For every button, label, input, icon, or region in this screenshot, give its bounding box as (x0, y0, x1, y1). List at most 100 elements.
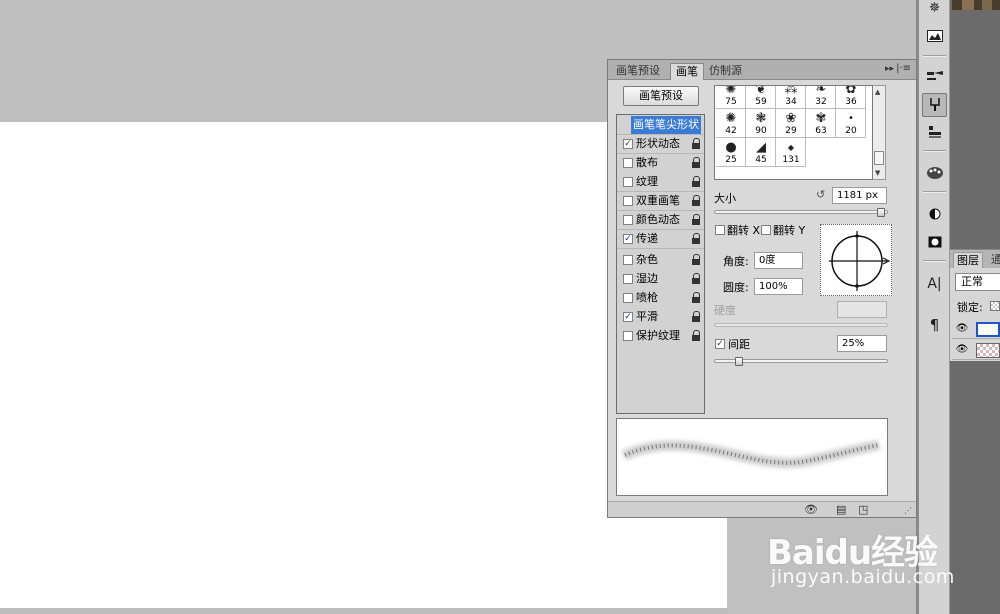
flip-y-checkbox[interactable] (761, 225, 771, 235)
brush-tip-size: 42 (725, 126, 737, 136)
brush-option-row[interactable]: 纹理 (617, 173, 704, 192)
reset-size-icon[interactable]: ↺ (816, 188, 825, 201)
brush-tip[interactable]: ✾ 63 (806, 109, 836, 138)
brush-option-checkbox[interactable] (623, 331, 633, 341)
lock-icon[interactable] (692, 214, 701, 225)
spacing-slider-knob[interactable] (735, 357, 743, 366)
layer-row[interactable]: 👁 (952, 319, 1000, 339)
eye-icon[interactable]: 👁 (955, 323, 969, 335)
brush-tip[interactable]: ● 25 (716, 138, 746, 167)
size-slider-knob[interactable] (877, 208, 885, 217)
blend-mode-select[interactable]: 正常 (955, 273, 1000, 291)
scrollbar-thumb[interactable] (874, 151, 884, 165)
create-new-icon[interactable]: ◳ (858, 503, 868, 516)
brush-option-row[interactable]: 散布 (617, 154, 704, 173)
layer-row[interactable]: 👁 (952, 340, 1000, 360)
watermark-url: jingyan.baidu.com (771, 566, 955, 588)
brush-tip[interactable]: ❀ 29 (776, 109, 806, 138)
brush-option-checkbox[interactable] (623, 196, 633, 206)
brush-tip[interactable]: ❦ 59 (746, 86, 776, 109)
brush-option-row[interactable]: ✓ 传递 (617, 230, 704, 249)
tab-brush-presets[interactable]: 画笔预设 (611, 63, 665, 80)
brush-option-row[interactable]: ✓ 形状动态 (617, 135, 704, 154)
brush-tip-shape-icon: ❃ (755, 111, 767, 126)
lock-icon[interactable] (692, 254, 701, 265)
size-slider[interactable] (714, 208, 888, 217)
brush-tip[interactable]: • 20 (836, 109, 866, 138)
brush-presets-icon[interactable] (922, 64, 947, 88)
spacing-checkbox[interactable]: ✓ (715, 339, 725, 349)
brush-tips-scrollbar[interactable]: ▲ ▼ (873, 85, 886, 180)
spacing-field[interactable]: 25% (837, 335, 887, 352)
brush-option-checkbox[interactable]: ✓ (623, 234, 633, 244)
resize-grip-icon[interactable]: ⋰ (904, 506, 912, 515)
histogram-icon[interactable] (922, 24, 947, 48)
brush-icon[interactable] (922, 93, 947, 117)
lock-icon[interactable] (692, 176, 701, 187)
tab-layers[interactable]: 图层 (953, 252, 983, 268)
brush-option-row[interactable]: 杂色 (617, 251, 704, 270)
brush-tip[interactable]: ✺ 42 (716, 109, 746, 138)
new-brush-icon[interactable]: ▤ (836, 503, 846, 516)
canvas-scrollbar-horizontal[interactable] (0, 608, 727, 614)
tab-clone-source[interactable]: 仿制源 (704, 63, 747, 80)
toggle-hardness-icon[interactable]: 👁 (804, 503, 818, 516)
lock-transparency-icon[interactable] (990, 301, 1000, 311)
masks-icon[interactable] (922, 230, 947, 254)
lock-icon[interactable] (692, 330, 701, 341)
lock-icon[interactable] (692, 138, 701, 149)
tab-brush[interactable]: 画笔 (670, 63, 704, 80)
brush-option-checkbox[interactable] (623, 293, 633, 303)
clone-source-icon[interactable] (922, 120, 947, 144)
size-field[interactable]: 1181 px (832, 187, 887, 204)
brush-option-checkbox[interactable]: ✓ (623, 312, 633, 322)
brush-tip[interactable]: ✿ 36 (836, 86, 866, 109)
brush-option-label: 平滑 (636, 310, 658, 323)
brush-option-checkbox[interactable] (623, 215, 633, 225)
brush-presets-button[interactable]: 画笔预设 (623, 86, 699, 106)
brush-option-row[interactable]: 画笔笔尖形状 (617, 116, 704, 135)
brush-option-row[interactable]: 湿边 (617, 270, 704, 289)
lock-icon[interactable] (692, 195, 701, 206)
lock-icon[interactable] (692, 157, 701, 168)
lock-icon[interactable] (692, 273, 701, 284)
scroll-down-icon[interactable]: ▼ (875, 169, 880, 177)
lock-icon[interactable] (692, 233, 701, 244)
brush-option-row[interactable]: 颜色动态 (617, 211, 704, 230)
brush-tip[interactable]: ◆ 131 (776, 138, 806, 167)
brush-tip[interactable]: ❃ 90 (746, 109, 776, 138)
brush-tip[interactable]: ❧ 32 (806, 85, 836, 109)
scroll-up-icon[interactable]: ▲ (875, 88, 880, 96)
lock-icon[interactable] (692, 292, 701, 303)
lock-icon[interactable] (692, 311, 701, 322)
panel-dock: ✵ A| ¶ (919, 0, 950, 614)
brush-option-checkbox[interactable] (623, 158, 633, 168)
brush-tip[interactable]: ✺ 75 (716, 86, 746, 109)
brush-option-label: 湿边 (636, 272, 658, 285)
brush-tip[interactable]: ◢ 45 (746, 138, 776, 167)
brush-option-checkbox[interactable] (623, 177, 633, 187)
brush-option-row[interactable]: 喷枪 (617, 289, 704, 308)
brush-tip-shape-icon: ❧ (815, 85, 827, 97)
adjustments-icon[interactable] (922, 202, 947, 226)
brush-option-row[interactable]: 双重画笔 (617, 192, 704, 211)
brush-option-row[interactable]: ✓ 平滑 (617, 308, 704, 327)
brush-option-checkbox[interactable] (623, 274, 633, 284)
flip-x-checkbox[interactable] (715, 225, 725, 235)
spacing-slider[interactable] (714, 357, 888, 366)
tab-channels[interactable]: 通 (988, 252, 1000, 268)
brush-option-checkbox[interactable]: ✓ (623, 139, 633, 149)
character-icon[interactable]: A| (922, 272, 947, 296)
roundness-field[interactable]: 100% (754, 278, 803, 295)
brush-option-checkbox[interactable] (623, 255, 633, 265)
swatches-icon[interactable] (922, 161, 947, 185)
paragraph-icon[interactable]: ¶ (922, 313, 947, 337)
brush-tip[interactable]: ⁂ 34 (776, 86, 806, 109)
collapse-panel-icon[interactable]: ▸▸ (885, 64, 894, 74)
panel-menu-icon[interactable]: |·≡ (896, 63, 911, 74)
navigator-icon[interactable]: ✵ (922, 0, 947, 20)
eye-icon[interactable]: 👁 (955, 344, 969, 356)
angle-field[interactable]: 0度 (754, 252, 803, 269)
brush-option-row[interactable]: 保护纹理 (617, 327, 704, 346)
brush-angle-preview[interactable] (820, 224, 892, 296)
